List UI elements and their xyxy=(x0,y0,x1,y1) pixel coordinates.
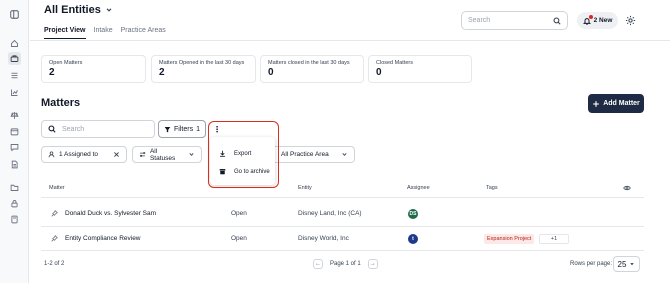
plus-icon xyxy=(593,100,600,107)
practice-area-filter-dropdown[interactable]: All Practice Area xyxy=(275,146,355,163)
annotation-highlight-box xyxy=(208,121,279,188)
search-icon xyxy=(553,17,561,25)
rows-per-page-label: Rows per page: xyxy=(570,261,613,267)
filter-icon xyxy=(164,126,171,132)
page-indicator: Page 1 of 1 xyxy=(330,261,361,267)
filters-button[interactable]: Filters 1 xyxy=(158,120,206,138)
matters-heading: Matters xyxy=(41,97,81,109)
more-tags-badge[interactable]: +1 xyxy=(539,234,569,244)
global-search-placeholder: Search xyxy=(468,17,491,24)
gear-icon[interactable] xyxy=(625,15,636,26)
chevron-down-icon xyxy=(342,153,347,156)
previous-page-button[interactable]: ← xyxy=(313,259,323,269)
notifications-button[interactable]: 2 New xyxy=(577,12,618,29)
tab-intake[interactable]: Intake xyxy=(94,27,113,39)
assigned-filter-chip[interactable]: 1 Assigned to xyxy=(41,146,127,163)
stat-card-closed-30-days: Matters closed in the last 30 days 0 xyxy=(260,55,364,83)
assigned-filter-label: 1 Assigned to xyxy=(59,151,99,158)
list-icon[interactable] xyxy=(8,69,21,82)
matter-name[interactable]: Donald Duck vs. Sylvester Sam xyxy=(65,210,156,217)
filters-count: 1 xyxy=(196,125,200,133)
pin-icon[interactable] xyxy=(51,210,58,217)
tab-project-view[interactable]: Project View xyxy=(44,27,86,39)
view-tabs: Project View Intake Practice Areas xyxy=(44,27,166,39)
avatar[interactable]: t xyxy=(408,234,418,244)
matter-entity: Disney World, Inc xyxy=(298,235,349,242)
status-filter-dropdown[interactable]: All Statuses xyxy=(132,146,202,163)
user-icon xyxy=(48,151,55,158)
lock-icon[interactable] xyxy=(8,197,21,210)
status-icon xyxy=(140,152,146,157)
close-icon[interactable] xyxy=(113,151,120,158)
matter-status: Open xyxy=(231,235,247,242)
stat-label: Open Matters xyxy=(49,60,83,66)
left-rail xyxy=(0,0,29,283)
stat-card-closed-matters: Closed Matters 0 xyxy=(368,55,472,83)
stat-value: 0 xyxy=(376,67,382,78)
collapse-sidebar-icon[interactable] xyxy=(8,8,21,21)
stat-label: Matters closed in the last 30 days xyxy=(268,60,350,66)
matter-name[interactable]: Entity Compliance Review xyxy=(65,235,141,242)
column-header-matter[interactable]: Matter xyxy=(49,185,65,191)
page-title-text: All Entities xyxy=(44,4,101,16)
briefcase-icon[interactable] xyxy=(8,52,21,65)
home-icon[interactable] xyxy=(8,37,21,50)
avatar[interactable]: DS xyxy=(408,209,418,219)
pin-icon[interactable] xyxy=(51,235,58,242)
rows-per-page-select[interactable]: 25 xyxy=(613,256,640,272)
add-matter-label: Add Matter xyxy=(603,100,640,107)
stat-card-opened-30-days: Matters Opened in the last 30 days 2 xyxy=(151,55,256,83)
notification-dot xyxy=(588,14,593,19)
status-filter-label: All Statuses xyxy=(149,147,176,162)
matters-search-placeholder: Search xyxy=(62,125,85,133)
matter-status: Open xyxy=(231,210,247,217)
stat-value: 0 xyxy=(268,67,274,78)
column-header-tags[interactable]: Tags xyxy=(486,185,498,191)
result-count: 1-2 of 2 xyxy=(44,261,65,267)
document-icon[interactable] xyxy=(8,158,21,171)
page-title[interactable]: All Entities xyxy=(44,4,113,16)
matters-search-input[interactable]: Search xyxy=(41,120,155,138)
chart-icon[interactable] xyxy=(8,86,21,99)
bell-icon xyxy=(582,14,593,25)
rows-per-page-value: 25 xyxy=(617,259,627,269)
message-icon[interactable] xyxy=(8,141,21,154)
folder-icon[interactable] xyxy=(8,181,21,194)
header-divider xyxy=(30,40,670,41)
stat-label: Matters Opened in the last 30 days xyxy=(159,60,245,66)
tag-badge[interactable]: Expansion Project xyxy=(484,234,535,244)
filters-label: Filters xyxy=(174,125,194,133)
chevron-down-icon xyxy=(106,8,112,12)
scale-icon[interactable] xyxy=(8,109,21,122)
stat-value: 2 xyxy=(159,67,165,78)
stat-label: Closed Matters xyxy=(376,60,413,66)
add-matter-button[interactable]: Add Matter xyxy=(588,94,644,113)
eye-icon[interactable] xyxy=(623,184,631,192)
global-search-input[interactable]: Search xyxy=(461,11,568,30)
column-header-assignee[interactable]: Assignee xyxy=(407,185,430,191)
column-header-entity[interactable]: Entity xyxy=(298,185,312,191)
chevron-down-icon xyxy=(630,263,635,266)
calendar-icon[interactable] xyxy=(8,125,21,138)
notifications-label: 2 New xyxy=(593,17,613,24)
table-divider xyxy=(41,197,644,198)
table-divider xyxy=(41,250,644,251)
tab-practice-areas[interactable]: Practice Areas xyxy=(121,27,166,39)
stat-card-open-matters: Open Matters 2 xyxy=(41,55,146,83)
practice-area-filter-label: All Practice Area xyxy=(281,151,329,158)
matter-entity: Disney Land, Inc (CA) xyxy=(298,210,362,217)
search-icon xyxy=(48,125,56,133)
stat-value: 2 xyxy=(49,67,55,78)
book-icon[interactable] xyxy=(8,213,21,226)
next-page-button[interactable]: → xyxy=(367,259,378,269)
table-divider xyxy=(41,226,644,227)
pagination: ← Page 1 of 1 → xyxy=(313,259,378,269)
chevron-down-icon xyxy=(189,153,194,156)
